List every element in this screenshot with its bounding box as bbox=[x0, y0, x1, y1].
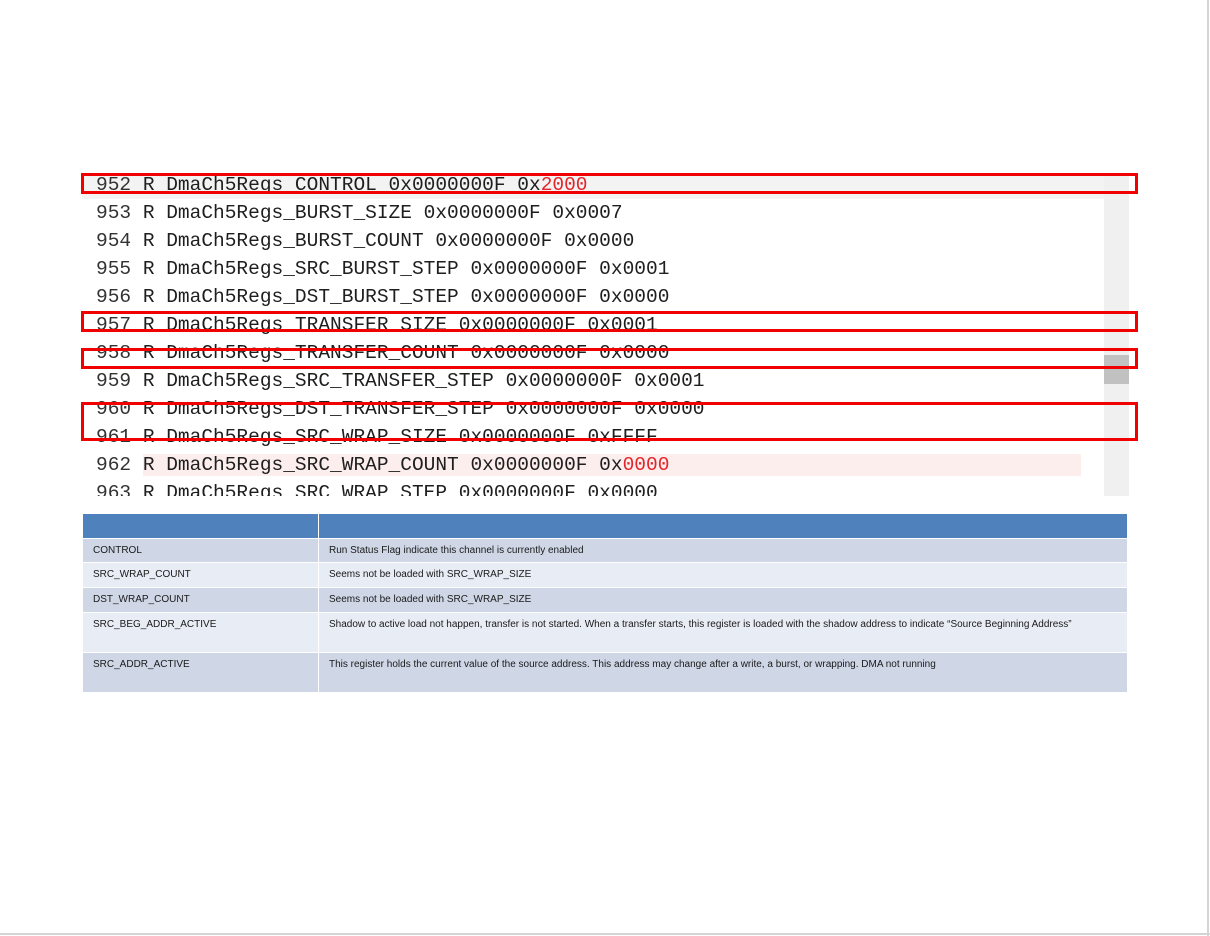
callout-control bbox=[81, 173, 1138, 194]
line-number: 956 bbox=[96, 286, 132, 308]
line-text: R DmaCh5Regs_DST_BURST_STEP 0x0000000F 0… bbox=[142, 286, 670, 308]
code-lines: 952 R DmaCh5Regs_CONTROL 0x0000000F 0x20… bbox=[82, 174, 1104, 496]
changed-value: 0000 bbox=[622, 454, 670, 476]
register-cell: SRC_BEG_ADDR_ACTIVE bbox=[82, 612, 319, 653]
line-text: R DmaCh5Regs_SRC_WRAP_COUNT 0x0000000F 0… bbox=[142, 454, 623, 476]
slide-border-right bbox=[1207, 0, 1209, 936]
line-number: 963 bbox=[96, 482, 132, 496]
code-line: 963 R DmaCh5Regs_SRC_WRAP_STEP 0x0000000… bbox=[82, 479, 1104, 496]
callout-transfer-count bbox=[81, 348, 1138, 369]
table-row: DST_WRAP_COUNT Seems not be loaded with … bbox=[82, 587, 1128, 613]
header-cell-note bbox=[318, 513, 1128, 539]
note-cell: Run Status Flag indicate this channel is… bbox=[318, 538, 1128, 563]
table-header-row bbox=[82, 513, 1128, 539]
table-row: SRC_ADDR_ACTIVE This register holds the … bbox=[82, 652, 1128, 693]
note-cell: Seems not be loaded with SRC_WRAP_SIZE bbox=[318, 562, 1128, 588]
register-cell: SRC_WRAP_COUNT bbox=[82, 562, 319, 588]
line-text: R DmaCh5Regs_BURST_SIZE 0x0000000F 0x000… bbox=[142, 202, 623, 224]
note-cell: Seems not be loaded with SRC_WRAP_SIZE bbox=[318, 587, 1128, 613]
vertical-scrollbar[interactable] bbox=[1104, 174, 1129, 496]
code-line: 962 R DmaCh5Regs_SRC_WRAP_COUNT 0x000000… bbox=[82, 451, 1104, 479]
line-text: R DmaCh5Regs_SRC_BURST_STEP 0x0000000F 0… bbox=[142, 258, 670, 280]
header-cell-register bbox=[82, 513, 319, 539]
note-cell: Shadow to active load not happen, transf… bbox=[318, 612, 1128, 653]
line-number: 953 bbox=[96, 202, 132, 224]
register-cell: DST_WRAP_COUNT bbox=[82, 587, 319, 613]
line-number: 962 bbox=[96, 454, 132, 476]
code-line: 956 R DmaCh5Regs_DST_BURST_STEP 0x000000… bbox=[82, 283, 1104, 311]
note-cell: This register holds the current value of… bbox=[318, 652, 1128, 693]
register-cell: SRC_ADDR_ACTIVE bbox=[82, 652, 319, 693]
register-dump-view: 952 R DmaCh5Regs_CONTROL 0x0000000F 0x20… bbox=[82, 174, 1129, 496]
line-text: R DmaCh5Regs_SRC_TRANSFER_STEP 0x0000000… bbox=[142, 370, 705, 392]
register-notes-table: CONTROL Run Status Flag indicate this ch… bbox=[82, 513, 1128, 693]
table-row: CONTROL Run Status Flag indicate this ch… bbox=[82, 538, 1128, 563]
code-line: 953 R DmaCh5Regs_BURST_SIZE 0x0000000F 0… bbox=[82, 199, 1104, 227]
line-number: 954 bbox=[96, 230, 132, 252]
callout-dst-transfer-step bbox=[81, 402, 1138, 441]
register-cell: CONTROL bbox=[82, 538, 319, 563]
table-row: SRC_BEG_ADDR_ACTIVE Shadow to active loa… bbox=[82, 612, 1128, 653]
table-row: SRC_WRAP_COUNT Seems not be loaded with … bbox=[82, 562, 1128, 588]
callout-transfer-size bbox=[81, 311, 1138, 332]
code-line: 959 R DmaCh5Regs_SRC_TRANSFER_STEP 0x000… bbox=[82, 367, 1104, 395]
line-number: 959 bbox=[96, 370, 132, 392]
line-text: R DmaCh5Regs_BURST_COUNT 0x0000000F 0x00… bbox=[142, 230, 635, 252]
line-number: 955 bbox=[96, 258, 132, 280]
line-text: R DmaCh5Regs_SRC_WRAP_STEP 0x0000000F 0x… bbox=[142, 482, 658, 496]
slide-border-bottom bbox=[0, 933, 1210, 935]
code-line: 955 R DmaCh5Regs_SRC_BURST_STEP 0x000000… bbox=[82, 255, 1104, 283]
code-line: 954 R DmaCh5Regs_BURST_COUNT 0x0000000F … bbox=[82, 227, 1104, 255]
